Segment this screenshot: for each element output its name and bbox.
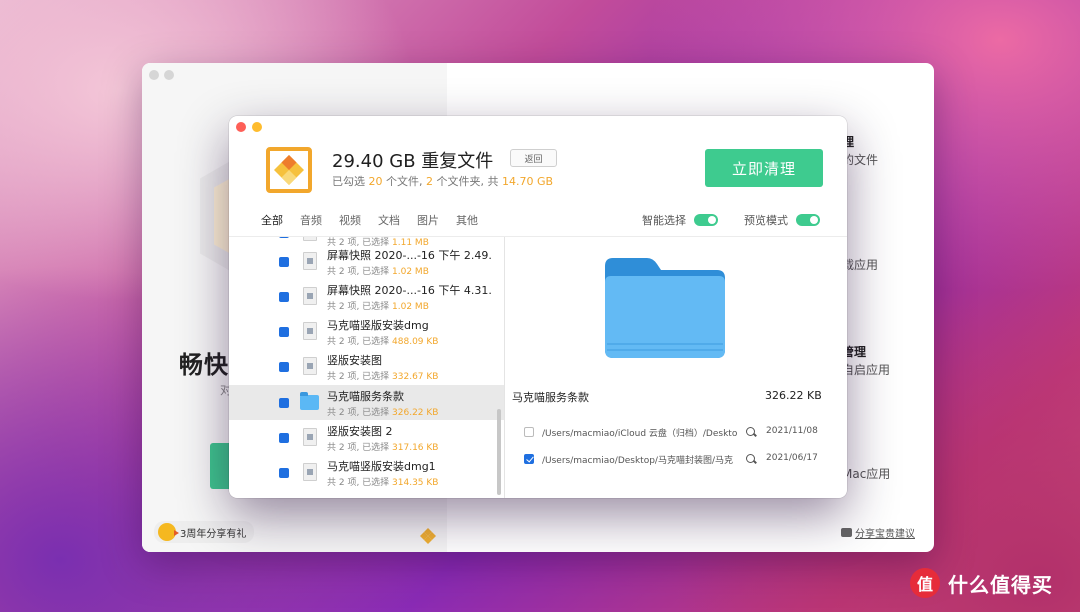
- smart-select-label: 智能选择: [642, 214, 686, 227]
- feedback-label: 分享宝贵建议: [855, 529, 915, 540]
- item-meta: 共 2 项, 已选择 1.02 MB: [327, 302, 429, 312]
- reveal-in-finder-icon[interactable]: [746, 427, 755, 436]
- bg-item-6: Mac应用: [842, 467, 891, 481]
- path-checkbox[interactable]: [524, 454, 534, 464]
- tab-all[interactable]: 全部: [261, 212, 300, 228]
- back-button[interactable]: 返回: [510, 149, 557, 167]
- item-name: 马克喵竖版安装dmg: [327, 319, 429, 332]
- chick-mascot-icon: [158, 523, 179, 541]
- close-dot[interactable]: [149, 70, 159, 80]
- main-window-controls: [149, 70, 174, 80]
- diamond-grid-icon[interactable]: [420, 528, 436, 544]
- item-name: 屏幕快照 2020-...-16 下午 4.31.2: [327, 284, 492, 297]
- minimize-dot[interactable]: [164, 70, 174, 80]
- item-checkbox[interactable]: [279, 433, 289, 443]
- watermark-badge: 值: [910, 568, 940, 598]
- dialog-window-controls: [236, 122, 262, 132]
- bg-item-3: 载应用: [842, 258, 879, 272]
- minimize-button[interactable]: [252, 122, 262, 132]
- item-checkbox[interactable]: [279, 468, 289, 478]
- preview-mode-toggle[interactable]: [796, 214, 820, 226]
- item-checkbox[interactable]: [279, 292, 289, 302]
- item-name: 竖版安装图: [327, 354, 382, 367]
- item-meta: 共 2 项, 已选择 326.22 KB: [327, 408, 439, 418]
- clean-now-button[interactable]: 立即清理: [705, 149, 823, 187]
- main-heading: 畅快: [179, 351, 229, 379]
- item-checkbox[interactable]: [279, 362, 289, 372]
- dialog-title: 29.40 GB 重复文件: [332, 151, 494, 172]
- folder-icon: [300, 392, 319, 410]
- duplicate-path-row[interactable]: /Users/macmiao/iCloud 云盘（归档）/Deskto 2021…: [524, 424, 824, 440]
- share-badge[interactable]: 3周年分享有礼: [154, 521, 255, 543]
- preview-item-name: 马克喵服务条款: [512, 391, 589, 404]
- path-checkbox[interactable]: [524, 427, 534, 437]
- item-meta: 共 2 项, 已选择 1.02 MB: [327, 267, 429, 277]
- summary-mid2: 个文件夹, 共: [433, 175, 502, 188]
- tab-images[interactable]: 图片: [417, 212, 456, 228]
- pane-divider: [504, 237, 505, 498]
- selected-file-count: 20: [368, 175, 383, 188]
- list-item-selected[interactable]: 马克喵服务条款 共 2 项, 已选择 326.22 KB: [229, 385, 504, 420]
- selected-folder-count: 2: [426, 175, 433, 188]
- category-tabs: 全部 音频 视频 文档 图片 其他: [261, 212, 495, 228]
- selection-summary: 已勾选 20 个文件, 2 个文件夹, 共 14.70 GB: [332, 173, 553, 189]
- tab-documents[interactable]: 文档: [378, 212, 417, 228]
- image-file-icon: [303, 237, 317, 241]
- image-file-icon: [303, 287, 317, 305]
- item-checkbox[interactable]: [279, 398, 289, 408]
- item-checkbox[interactable]: [279, 257, 289, 267]
- duplicate-files-dialog: 29.40 GB 重复文件 返回 已勾选 20 个文件, 2 个文件夹, 共 1…: [229, 116, 847, 498]
- preview-mode-group: 预览模式: [744, 212, 820, 228]
- image-file-icon: [303, 428, 317, 446]
- list-item[interactable]: 屏幕快照 2020-...-16 下午 2.49.3 共 2 项, 已选择 1.…: [229, 244, 504, 279]
- list-item[interactable]: 竖版安装图 2 共 2 项, 已选择 317.16 KB: [229, 420, 504, 455]
- list-item[interactable]: 马克喵竖版安装dmg1 共 2 项, 已选择 314.35 KB: [229, 455, 504, 490]
- tab-audio[interactable]: 音频: [300, 212, 339, 228]
- feedback-link[interactable]: 分享宝贵建议: [841, 525, 915, 540]
- duplicate-file-list: 共 2 项, 已选择 1.11 MB 屏幕快照 2020-...-16 下午 2…: [229, 237, 504, 498]
- share-badge-label: 3周年分享有礼: [180, 528, 247, 540]
- summary-prefix: 已勾选: [332, 175, 369, 188]
- watermark-text: 什么值得买: [948, 572, 1053, 597]
- bg-item-2: 的文件: [842, 153, 879, 167]
- image-file-icon: [303, 252, 317, 270]
- close-button[interactable]: [236, 122, 246, 132]
- item-meta: 共 2 项, 已选择 488.09 KB: [327, 337, 439, 347]
- path-text: /Users/macmiao/Desktop/马克喵封装图/马克: [542, 456, 733, 466]
- chat-bubble-icon: [841, 528, 852, 537]
- list-item[interactable]: 竖版安装图 共 2 项, 已选择 332.67 KB: [229, 349, 504, 384]
- item-checkbox[interactable]: [279, 327, 289, 337]
- tab-other[interactable]: 其他: [456, 212, 495, 228]
- preview-item-size: 326.22 KB: [765, 389, 822, 402]
- item-meta: 共 2 项, 已选择 317.16 KB: [327, 443, 439, 453]
- preview-mode-label: 预览模式: [744, 214, 788, 227]
- site-watermark: 值 什么值得买: [910, 568, 1053, 598]
- item-name: 马克喵服务条款: [327, 390, 404, 403]
- item-name: 屏幕快照 2020-...-16 下午 2.49.3: [327, 249, 492, 262]
- item-meta: 共 2 项, 已选择 332.67 KB: [327, 372, 439, 382]
- list-scrollbar[interactable]: [497, 409, 501, 495]
- item-meta: 共 2 项, 已选择 314.35 KB: [327, 478, 439, 488]
- image-file-icon: [303, 463, 317, 481]
- item-name: 竖版安装图 2: [327, 425, 393, 438]
- reveal-in-finder-icon[interactable]: [746, 454, 755, 463]
- item-checkbox[interactable]: [279, 237, 289, 238]
- image-file-icon: [303, 322, 317, 340]
- path-date: 2021/11/08: [766, 426, 818, 436]
- tab-video[interactable]: 视频: [339, 212, 378, 228]
- path-date: 2021/06/17: [766, 453, 818, 463]
- list-item[interactable]: 马克喵竖版安装dmg 共 2 项, 已选择 488.09 KB: [229, 314, 504, 349]
- selected-total-size: 14.70 GB: [502, 175, 554, 188]
- path-text: /Users/macmiao/iCloud 云盘（归档）/Deskto: [542, 429, 738, 439]
- large-folder-icon: [605, 258, 725, 358]
- duplicate-finder-logo-icon: [266, 147, 312, 193]
- smart-select-toggle[interactable]: [694, 214, 718, 226]
- duplicate-path-row[interactable]: /Users/macmiao/Desktop/马克喵封装图/马克 2021/06…: [524, 451, 824, 467]
- image-file-icon: [303, 357, 317, 375]
- summary-mid1: 个文件,: [382, 175, 426, 188]
- item-name: 马克喵竖版安装dmg1: [327, 460, 436, 473]
- smart-select-group: 智能选择: [642, 212, 718, 228]
- bg-item-5: 自启应用: [842, 363, 891, 377]
- list-item[interactable]: 屏幕快照 2020-...-16 下午 4.31.2 共 2 项, 已选择 1.…: [229, 279, 504, 314]
